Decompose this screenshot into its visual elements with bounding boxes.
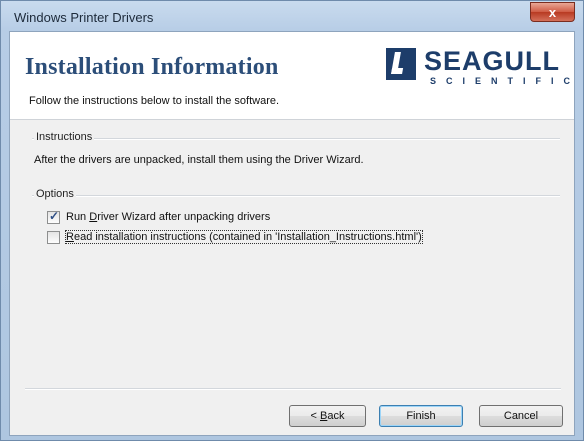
instructions-group-line xyxy=(32,138,560,140)
page-title: Installation Information xyxy=(25,54,279,80)
read-instructions-label: Read installation instructions (containe… xyxy=(65,230,423,244)
options-group-label: Options xyxy=(34,188,76,200)
title-bar[interactable]: Windows Printer Drivers x xyxy=(1,1,583,31)
window-title: Windows Printer Drivers xyxy=(14,10,154,25)
seagull-scientific-logo: SEAGULL SCIENTIFIC xyxy=(386,46,570,87)
instructions-group-label: Instructions xyxy=(34,131,95,143)
checkmark-icon: ✓ xyxy=(49,209,60,223)
run-driver-wizard-label: Run Driver Wizard after unpacking driver… xyxy=(66,211,271,223)
installer-window: Windows Printer Drivers x Installation I… xyxy=(0,0,584,441)
page-subtitle: Follow the instructions below to install… xyxy=(29,95,280,107)
wizard-header: Installation Information Follow the inst… xyxy=(10,32,574,120)
seagull-logo-icon xyxy=(386,48,416,80)
logo-wordmark: SEAGULL xyxy=(424,46,561,76)
instructions-text: After the drivers are unpacked, install … xyxy=(34,154,364,166)
back-button[interactable]: < Back xyxy=(289,405,366,427)
cancel-button[interactable]: Cancel xyxy=(479,405,563,427)
run-driver-wizard-checkbox[interactable]: ✓ xyxy=(47,209,60,224)
button-separator xyxy=(25,388,561,390)
close-button[interactable]: x xyxy=(530,2,575,22)
close-icon: x xyxy=(548,5,557,20)
options-group-line xyxy=(32,195,560,197)
read-instructions-checkbox[interactable] xyxy=(47,231,60,244)
dialog-client-area: Installation Information Follow the inst… xyxy=(9,31,575,436)
logo-subtext: SCIENTIFIC xyxy=(430,76,581,86)
finish-button[interactable]: Finish xyxy=(379,405,463,427)
